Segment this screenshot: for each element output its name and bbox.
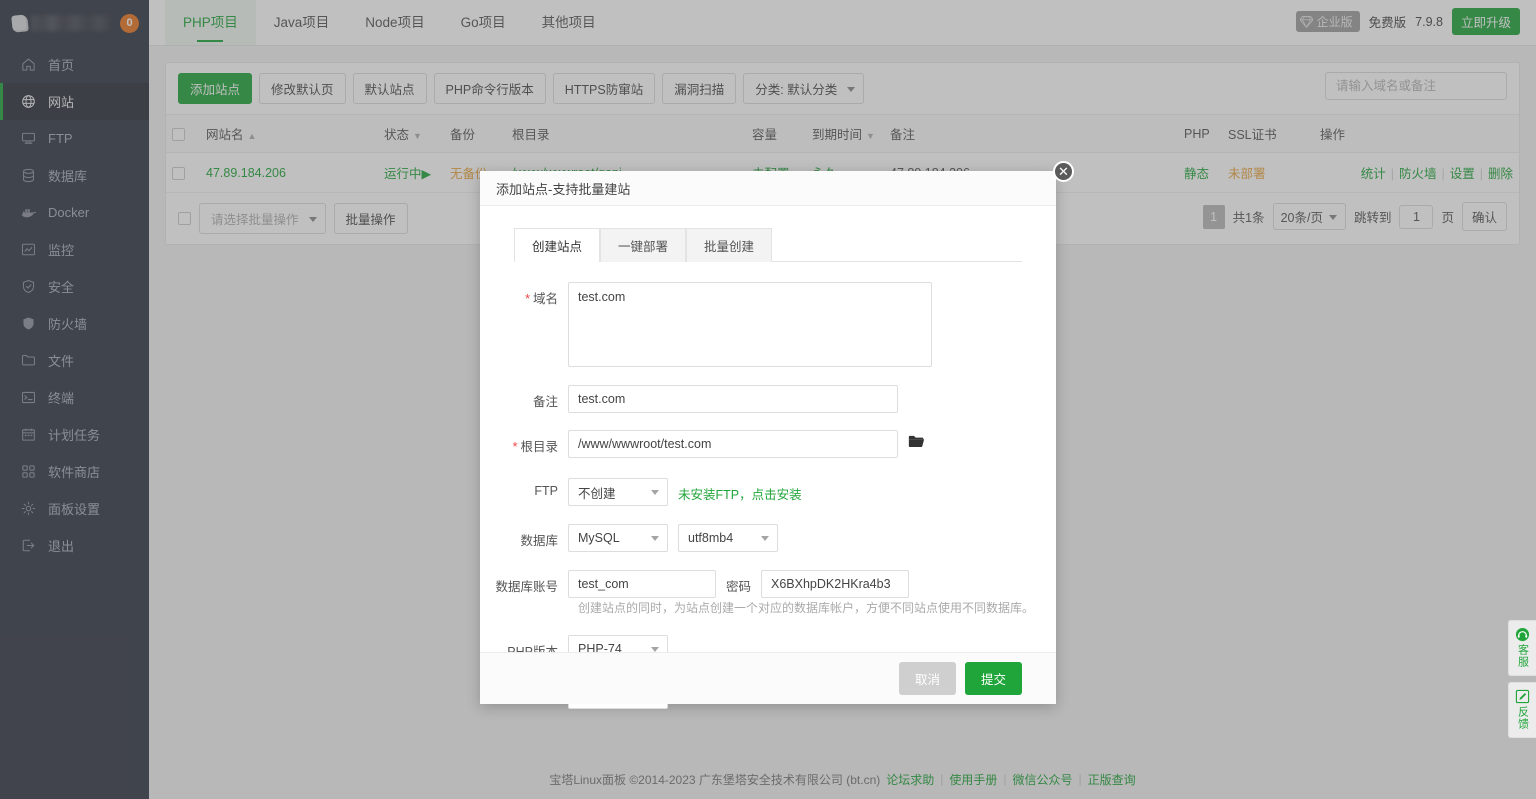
edit-icon <box>1515 689 1530 704</box>
close-icon[interactable]: ✕ <box>1053 161 1074 182</box>
field-db-account: 数据库账号 密码 <box>480 570 1056 598</box>
modal-body: *域名 test.com 备注 *根目录 <box>480 262 1056 709</box>
field-remark-control <box>568 385 1056 413</box>
field-root: *根目录 <box>480 430 1056 458</box>
field-db-account-label: 数据库账号 <box>480 570 568 595</box>
field-root-label-text: 根目录 <box>520 440 558 454</box>
modal-tabs: 创建站点一键部署批量创建 <box>514 228 1022 262</box>
field-root-label: *根目录 <box>480 430 568 455</box>
feedback-widget[interactable]: 反馈 <box>1508 682 1536 738</box>
customer-service-widget[interactable]: 客服 <box>1508 620 1536 676</box>
submit-button[interactable]: 提交 <box>965 662 1022 695</box>
ftp-select-value: 不创建 <box>578 483 616 502</box>
db-account-note: 创建站点的同时，为站点创建一个对应的数据库帐户，方便不同站点使用不同数据库。 <box>578 599 1056 616</box>
domain-textarea[interactable]: test.com <box>568 282 932 367</box>
cancel-button[interactable]: 取消 <box>899 662 956 695</box>
folder-icon <box>908 434 925 448</box>
modal-footer: 取消 提交 <box>480 652 1056 704</box>
field-database-label: 数据库 <box>480 524 568 549</box>
float-widgets: 客服 反馈 <box>1508 620 1536 738</box>
chevron-down-icon <box>651 536 659 541</box>
field-domain-control: test.com <box>568 282 1056 367</box>
field-domain-label-text: 域名 <box>533 292 558 306</box>
root-path-input[interactable] <box>568 430 898 458</box>
db-password-label: 密码 <box>726 570 751 595</box>
field-domain: *域名 test.com <box>480 282 1056 367</box>
ftp-install-link[interactable]: 未安装FTP，点击安装 <box>678 478 802 503</box>
field-database-control: MySQL utf8mb4 <box>568 524 1056 552</box>
field-ftp-label: FTP <box>480 478 568 498</box>
db-type-value: MySQL <box>578 531 620 545</box>
field-remark: 备注 <box>480 385 1056 413</box>
ftp-select[interactable]: 不创建 <box>568 478 668 506</box>
chevron-down-icon <box>761 536 769 541</box>
customer-service-label: 客服 <box>1516 644 1528 668</box>
field-domain-label: *域名 <box>480 282 568 307</box>
field-ftp-control: 不创建 未安装FTP，点击安装 <box>568 478 1056 506</box>
required-mark: * <box>525 292 530 306</box>
required-mark: * <box>513 440 518 454</box>
chevron-down-icon <box>651 490 659 495</box>
field-root-control <box>568 430 1056 458</box>
modal-header: 添加站点-支持批量建站 <box>480 171 1056 206</box>
db-type-select[interactable]: MySQL <box>568 524 668 552</box>
field-database: 数据库 MySQL utf8mb4 <box>480 524 1056 552</box>
field-ftp: FTP 不创建 未安装FTP，点击安装 <box>480 478 1056 506</box>
db-username-input[interactable] <box>568 570 716 598</box>
remark-input[interactable] <box>568 385 898 413</box>
folder-browse-icon[interactable] <box>908 430 925 451</box>
db-password-input[interactable] <box>761 570 909 598</box>
db-charset-select[interactable]: utf8mb4 <box>678 524 778 552</box>
modal-tab-2[interactable]: 批量创建 <box>686 228 772 262</box>
feedback-label: 反馈 <box>1516 706 1528 730</box>
field-db-account-control: 密码 <box>568 570 1056 598</box>
add-site-modal: 添加站点-支持批量建站 ✕ 创建站点一键部署批量创建 *域名 test.com … <box>480 171 1056 704</box>
field-remark-label: 备注 <box>480 385 568 410</box>
db-charset-value: utf8mb4 <box>688 531 733 545</box>
modal-tab-1[interactable]: 一键部署 <box>600 228 686 262</box>
modal-title: 添加站点-支持批量建站 <box>496 179 630 198</box>
headset-icon <box>1515 627 1530 642</box>
modal-tab-0[interactable]: 创建站点 <box>514 228 600 262</box>
